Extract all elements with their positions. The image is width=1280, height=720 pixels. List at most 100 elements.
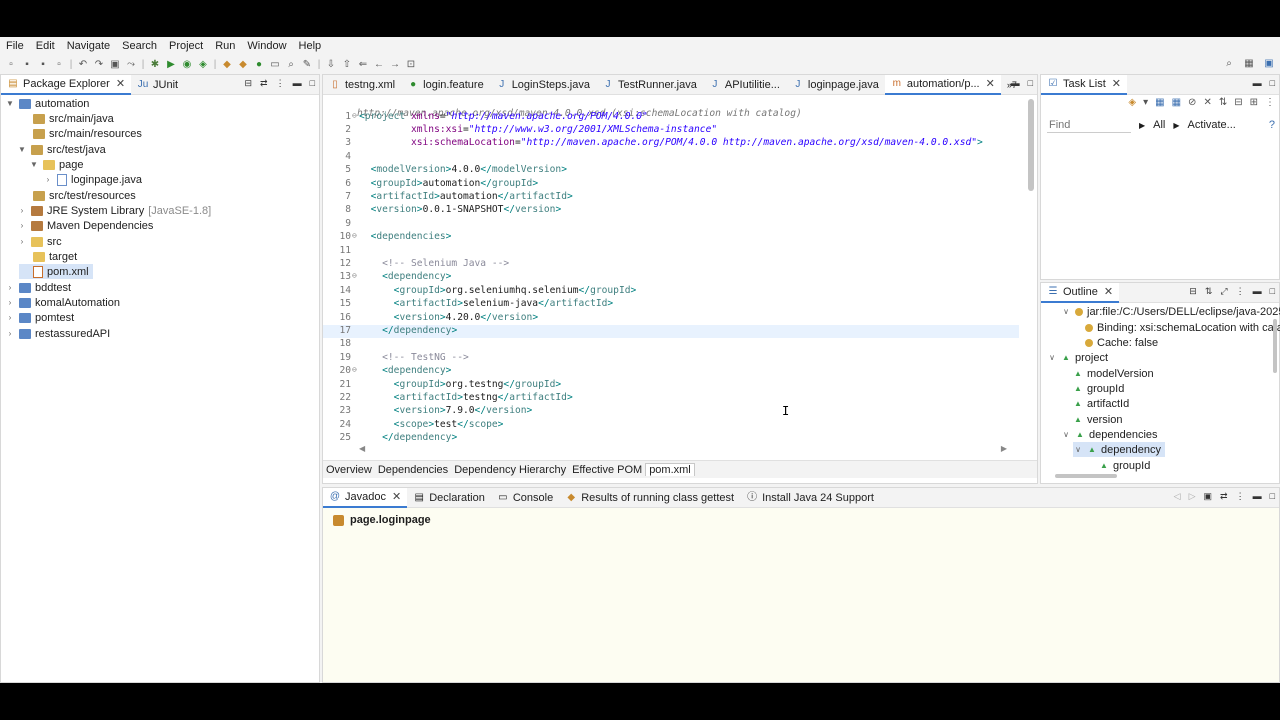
- menu-search[interactable]: Search: [116, 40, 163, 52]
- code-line[interactable]: 25 </dependency>: [323, 432, 1019, 445]
- code-line[interactable]: 21 <groupId>org.testng</groupId>: [323, 379, 1019, 392]
- scheduled-icon[interactable]: ▦: [1172, 97, 1181, 108]
- save-all-icon[interactable]: ▪: [36, 57, 50, 71]
- tree-item-pom-xml[interactable]: pom.xml: [19, 264, 93, 279]
- undo-icon[interactable]: ↶: [76, 57, 90, 71]
- tab-task-list[interactable]: ☑ Task List ✕: [1041, 74, 1128, 95]
- tree-item-automation[interactable]: ▼ automation: [5, 96, 89, 111]
- code-line[interactable]: 6 <groupId>automation</groupId>: [323, 178, 1019, 191]
- outline-hscrollbar[interactable]: [1055, 474, 1117, 478]
- chevron-right-icon[interactable]: ›: [5, 298, 15, 307]
- tree-item-src-test-resources[interactable]: src/test/resources: [19, 188, 136, 203]
- code-line[interactable]: 11: [323, 245, 1019, 258]
- code-line[interactable]: 17 </dependency>: [323, 324, 1019, 339]
- close-icon[interactable]: ✕: [116, 77, 125, 90]
- chevron-right-icon[interactable]: ›: [5, 313, 15, 322]
- menu-run[interactable]: Run: [209, 40, 241, 52]
- menu-navigate[interactable]: Navigate: [61, 40, 116, 52]
- scroll-right-icon[interactable]: ▶: [1001, 444, 1007, 453]
- tab-declaration[interactable]: ▤ Declaration: [407, 488, 491, 508]
- tree-item-jre-system-library[interactable]: › JRE System Library [JavaSE-1.8]: [17, 203, 212, 218]
- previous-annotation-icon[interactable]: ⇧: [340, 57, 354, 71]
- code-line[interactable]: 23 <version>7.9.0</version>: [323, 405, 1019, 418]
- new-package-icon[interactable]: ◆: [236, 57, 250, 71]
- activate-link[interactable]: Activate...: [1188, 119, 1236, 131]
- tab-package-explorer[interactable]: ▤ Package Explorer ✕: [1, 74, 132, 95]
- tab-pom-xml[interactable]: pom.xml: [645, 463, 695, 476]
- last-edit-icon[interactable]: ⇐: [356, 57, 370, 71]
- code-line[interactable]: 8 <version>0.0.1-SNAPSHOT</version>: [323, 204, 1019, 217]
- save-icon[interactable]: ▪: [20, 57, 34, 71]
- tree-item-komalautomation[interactable]: › komalAutomation: [5, 295, 120, 310]
- tab-console[interactable]: ▭ Console: [491, 488, 559, 508]
- tree-item-bddtest[interactable]: › bddtest: [5, 280, 71, 295]
- hide-icon[interactable]: ⤢: [1220, 286, 1227, 297]
- perspective-icon[interactable]: ▦: [1242, 56, 1256, 70]
- chevron-right-icon[interactable]: ›: [5, 283, 15, 292]
- horizontal-scrollbar[interactable]: ◀ ▶: [359, 444, 1007, 454]
- close-icon[interactable]: ✕: [1104, 285, 1113, 298]
- minimize-icon[interactable]: ▬: [1253, 78, 1262, 88]
- menu-help[interactable]: Help: [293, 40, 328, 52]
- open-external-icon[interactable]: ▣: [1204, 491, 1213, 502]
- code-line[interactable]: 19 <!-- TestNG -->: [323, 352, 1019, 365]
- pin-editor-icon[interactable]: ⊡: [404, 57, 418, 71]
- outline-item-groupid[interactable]: ▲ groupId: [1073, 381, 1124, 396]
- chevron-down-icon[interactable]: ▼: [17, 145, 27, 154]
- chevron-right-icon[interactable]: ›: [17, 206, 27, 215]
- back-icon[interactable]: ←: [372, 57, 386, 71]
- view-menu-icon[interactable]: ⋮: [276, 78, 285, 89]
- new-java-project-icon[interactable]: ◆: [220, 57, 234, 71]
- outline-item-groupid-child[interactable]: ▲ groupId: [1099, 458, 1150, 473]
- tab-outline[interactable]: ☰ Outline ✕: [1041, 282, 1120, 303]
- code-line[interactable]: 20 ⊖ <dependency>: [323, 365, 1019, 378]
- maximize-icon[interactable]: □: [1270, 78, 1275, 88]
- tab-testng-xml[interactable]: ▯ testng.xml: [323, 75, 401, 95]
- find-input[interactable]: [1047, 117, 1131, 133]
- chevron-right-icon[interactable]: ›: [17, 237, 27, 246]
- debug-icon[interactable]: ✱: [148, 57, 162, 71]
- chevron-down-icon[interactable]: ∨: [1047, 353, 1057, 362]
- tree-item-loginpage-java[interactable]: › loginpage.java: [43, 172, 142, 187]
- tab-junit[interactable]: Ju JUnit: [131, 75, 184, 95]
- tab-install-java[interactable]: ⓘ Install Java 24 Support: [740, 488, 880, 508]
- menu-window[interactable]: Window: [241, 40, 292, 52]
- tab-testrunner-java[interactable]: J TestRunner.java: [596, 75, 703, 95]
- skip-breakpoints-icon[interactable]: ⤳: [124, 57, 138, 71]
- filter-icon[interactable]: ▾: [1143, 97, 1148, 108]
- code-line[interactable]: 7 <artifactId>automation</artifactId>: [323, 191, 1019, 204]
- categorized-icon[interactable]: ▦: [1155, 97, 1164, 108]
- fold-toggle-icon[interactable]: ⊖: [352, 231, 357, 240]
- tree-item-page[interactable]: ▼ page: [29, 157, 83, 172]
- code-line[interactable]: 4: [323, 151, 1019, 164]
- outline-item-project[interactable]: ∨ ▲ project: [1047, 350, 1108, 365]
- tree-item-src-main-resources[interactable]: src/main/resources: [19, 126, 142, 141]
- chevron-down-icon[interactable]: ∨: [1061, 430, 1071, 439]
- minimize-icon[interactable]: ▬: [293, 78, 302, 89]
- chevron-right-icon[interactable]: ›: [43, 175, 53, 184]
- help-icon[interactable]: ?: [1269, 119, 1275, 131]
- new-icon[interactable]: ▫: [4, 57, 18, 71]
- menu-edit[interactable]: Edit: [30, 40, 61, 52]
- close-icon[interactable]: ✕: [1112, 77, 1121, 90]
- open-type-icon[interactable]: ▭: [268, 57, 282, 71]
- code-line[interactable]: 5 <modelVersion>4.0.0</modelVersion>: [323, 164, 1019, 177]
- code-line[interactable]: 24 <scope>test</scope>: [323, 419, 1019, 432]
- tab-apiutilities-java[interactable]: J APIutilitie...: [703, 75, 786, 95]
- outline-item-dependencies[interactable]: ∨ ▲ dependencies: [1061, 427, 1157, 442]
- expand-icon[interactable]: ⊞: [1250, 97, 1258, 108]
- minimize-icon[interactable]: ▬: [1253, 491, 1262, 502]
- search-icon[interactable]: ⌕: [1222, 56, 1236, 70]
- outline-item-version[interactable]: ▲ version: [1073, 412, 1122, 427]
- view-menu-icon[interactable]: ⋮: [1236, 491, 1245, 502]
- tree-item-maven-dependencies[interactable]: › Maven Dependencies: [17, 218, 154, 233]
- print-icon[interactable]: ▫: [52, 57, 66, 71]
- fold-toggle-icon[interactable]: ⊖: [352, 271, 357, 280]
- tree-item-src[interactable]: › src: [17, 234, 62, 249]
- run-icon[interactable]: ▶: [164, 57, 178, 71]
- chevron-right-icon[interactable]: ›: [5, 329, 15, 338]
- maximize-icon[interactable]: □: [1028, 78, 1033, 88]
- outline-item-binding[interactable]: Binding: xsi:schemaLocation with cata: [1085, 320, 1280, 335]
- sync-icon[interactable]: ⇅: [1219, 97, 1227, 108]
- forward-icon[interactable]: ▷: [1189, 491, 1196, 502]
